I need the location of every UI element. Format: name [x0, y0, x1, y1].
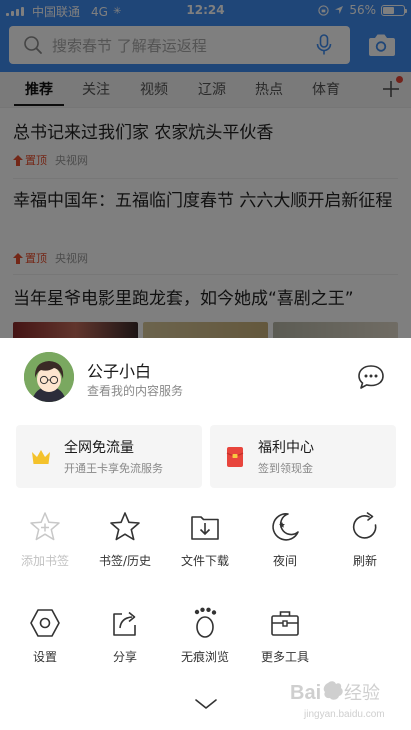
- dim-overlay[interactable]: [0, 0, 411, 338]
- download-folder-icon: [191, 516, 219, 540]
- incognito-button[interactable]: 无痕浏览: [165, 606, 245, 665]
- chevron-down-icon[interactable]: [193, 696, 219, 712]
- crown-icon: [32, 450, 50, 464]
- svg-text:Bai: Bai: [290, 682, 321, 704]
- menu-sheet: 公子小白 查看我的内容服务 全网免流量 开通王卡享免流服务 福利中心 签到领现金…: [0, 338, 411, 730]
- add-bookmark-icon: [30, 512, 60, 541]
- free-data-card[interactable]: 全网免流量 开通王卡享免流服务: [16, 425, 202, 488]
- message-icon[interactable]: [357, 364, 385, 390]
- avatar-image: [24, 352, 74, 402]
- star-icon: [110, 512, 140, 541]
- refresh-button[interactable]: 刷新: [325, 510, 405, 569]
- night-mode-button[interactable]: 夜间: [245, 510, 325, 569]
- tool-label: 添加书签: [20, 554, 69, 568]
- card-subtitle: 签到领现金: [258, 462, 313, 475]
- baidu-jingyan-watermark: Bai 经验 jingyan.baidu.com: [290, 681, 385, 720]
- avatar[interactable]: [24, 352, 74, 402]
- tool-label: 刷新: [352, 554, 377, 568]
- settings-hexagon-icon: [30, 609, 60, 637]
- tool-label: 夜间: [272, 554, 297, 568]
- card-title: 全网免流量: [64, 440, 134, 456]
- tool-label: 分享: [112, 650, 137, 664]
- share-button[interactable]: 分享: [85, 606, 165, 665]
- settings-button[interactable]: 设置: [5, 606, 85, 665]
- card-subtitle: 开通王卡享免流服务: [64, 462, 163, 475]
- tool-label: 更多工具: [260, 650, 309, 664]
- svg-text:经验: 经验: [344, 683, 380, 704]
- tool-label: 书签/历史: [98, 554, 152, 568]
- refresh-icon: [352, 512, 377, 539]
- add-bookmark-button[interactable]: 添加书签: [5, 510, 85, 569]
- profile-name[interactable]: 公子小白: [87, 358, 151, 382]
- card-title: 福利中心: [258, 440, 314, 456]
- svg-text:jingyan.baidu.com: jingyan.baidu.com: [303, 709, 385, 720]
- moon-icon: [272, 513, 299, 541]
- file-download-button[interactable]: 文件下载: [165, 510, 245, 569]
- red-envelope-icon: [226, 447, 244, 467]
- share-icon: [113, 611, 136, 636]
- tool-label: 无痕浏览: [180, 650, 229, 664]
- toolbox-icon: [271, 611, 299, 636]
- tool-label: 文件下载: [180, 554, 229, 568]
- footprint-icon: [194, 607, 217, 638]
- welfare-center-card[interactable]: 福利中心 签到领现金: [210, 425, 396, 488]
- bookmarks-history-button[interactable]: 书签/历史: [85, 510, 165, 569]
- more-tools-button[interactable]: 更多工具: [245, 606, 325, 665]
- profile-subtitle[interactable]: 查看我的内容服务: [87, 382, 183, 399]
- tool-label: 设置: [32, 650, 57, 664]
